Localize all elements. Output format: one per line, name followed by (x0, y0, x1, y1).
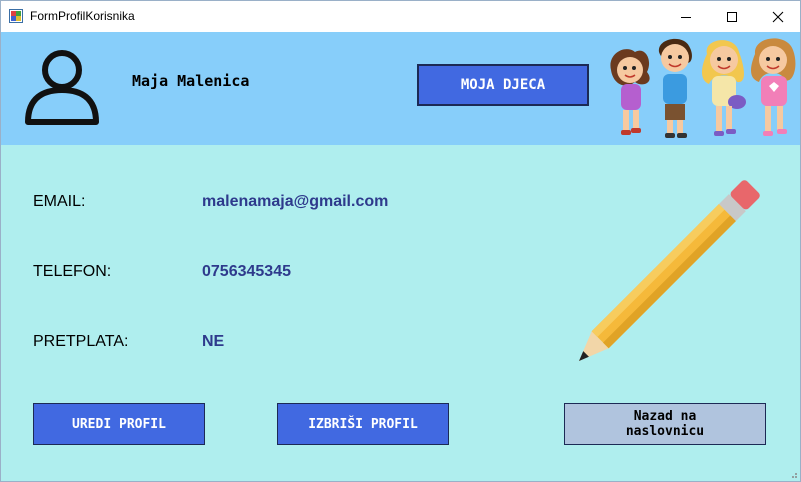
email-label: EMAIL: (33, 193, 86, 210)
minimize-button[interactable] (663, 1, 709, 32)
email-value: malenamaja@gmail.com (202, 193, 389, 210)
resize-grip-icon[interactable] (788, 469, 798, 479)
children-illustration (610, 38, 796, 138)
close-button[interactable] (755, 1, 800, 32)
minimize-icon (681, 16, 691, 18)
phone-value: 0756345345 (202, 263, 291, 280)
app-icon (9, 9, 23, 23)
edit-profile-button[interactable]: UREDI PROFIL (33, 403, 205, 445)
back-to-home-button[interactable]: Nazad na naslovnicu (564, 403, 766, 445)
user-avatar-icon (25, 50, 99, 125)
window-title: FormProfilKorisnika (30, 9, 135, 23)
subscription-value: NE (202, 333, 225, 350)
subscription-label: PRETPLATA: (33, 333, 129, 350)
title-bar[interactable]: FormProfilKorisnika (1, 1, 800, 32)
maximize-button[interactable] (709, 1, 755, 32)
my-children-button[interactable]: MOJA DJECA (417, 64, 589, 106)
pencil-icon (579, 180, 760, 361)
delete-profile-button[interactable]: IZBRIŠI PROFIL (277, 403, 449, 445)
profile-window: FormProfilKorisnika Maja Malenica MOJA D… (0, 0, 801, 482)
maximize-icon (727, 11, 737, 22)
phone-label: TELEFON: (33, 263, 112, 280)
user-name: Maja Malenica (132, 72, 250, 90)
profile-header: Maja Malenica MOJA DJECA (1, 32, 800, 145)
close-icon (772, 11, 784, 22)
